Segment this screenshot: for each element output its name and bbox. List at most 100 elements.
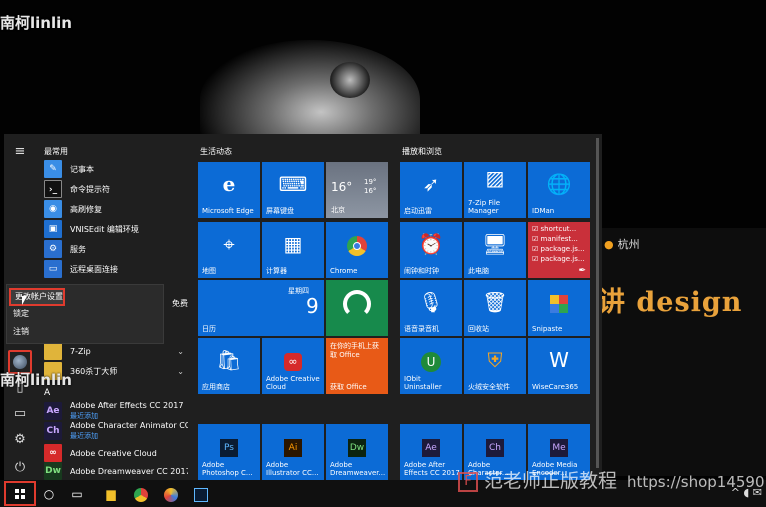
shortcut-item: ☑ package.js...: [532, 255, 585, 263]
weather-temp: 16°: [331, 180, 353, 194]
command-prompt-icon: ›_: [44, 180, 62, 198]
app-vnisedit[interactable]: ▣ VNISEdit 编辑环境: [44, 218, 188, 240]
tile-photoshop[interactable]: Ps Adobe Photoshop C...: [198, 424, 260, 480]
tile-illustrator[interactable]: Ai Adobe Illustrator CC...: [262, 424, 324, 480]
monitor-icon: 🖥: [482, 232, 508, 256]
green-app-icon: [326, 290, 388, 318]
tile-weather[interactable]: 16° 19° 16° 北京: [326, 162, 388, 218]
weather-city: 北京: [331, 206, 345, 214]
shortcut-item: ☑ manifest...: [532, 235, 578, 243]
map-icon: ⌖: [223, 232, 235, 256]
after-effects-icon: Ae: [44, 402, 62, 420]
tile-dreamweaver[interactable]: Dw Adobe Dreamweaver...: [326, 424, 388, 480]
tile-thunder[interactable]: ➶ 启动迅雷: [400, 162, 462, 218]
after-effects-icon: Ae: [400, 434, 462, 458]
app-notepad[interactable]: ✎ 记事本: [44, 158, 188, 180]
photoshop-icon: Ps: [198, 434, 260, 458]
app-dreamweaver[interactable]: Dw Adobe Dreamweaver CC 2017: [44, 460, 188, 480]
tile-green-app[interactable]: [326, 280, 388, 336]
dreamweaver-icon: Dw: [326, 434, 388, 458]
watermark-top-left: 南柯linlin: [0, 14, 72, 32]
chrome-taskbar-icon[interactable]: [130, 484, 152, 504]
app-command-prompt[interactable]: ›_ 命令提示符: [44, 178, 188, 200]
shortcut-item: ☑ shortcut...: [532, 225, 577, 233]
idman-globe-icon: 🌐: [546, 172, 572, 196]
tile-shortcuts[interactable]: ☑ shortcut... ☑ manifest... ☑ package.js…: [528, 222, 590, 278]
background-design-text: 讲 design: [598, 287, 743, 318]
illustrator-icon: Ai: [262, 434, 324, 458]
vnisedit-icon: ▣: [44, 220, 62, 238]
avatar: [13, 355, 27, 369]
watermark-mid-left: 南柯linlin: [0, 371, 72, 389]
tile-alarms[interactable]: ⏰ 闹钟和时钟: [400, 222, 462, 278]
tile-this-pc[interactable]: 🖥 此电脑: [464, 222, 526, 278]
office-promo-text: 在你的手机上获取 Office: [330, 342, 379, 359]
wisecare-icon: W: [549, 348, 569, 372]
paint-icon[interactable]: [160, 484, 182, 504]
tiles-area: 生活动态 播放和浏览 e Microsoft Edge ⌨ 屏幕键盘 16° 1…: [196, 134, 602, 480]
7zip-icon: ▨: [485, 166, 505, 190]
tile-recycle-bin[interactable]: 🗑 回收站: [464, 280, 526, 336]
app-services[interactable]: ⚙ 服务: [44, 238, 188, 260]
background-window: ● 杭州 讲 design: [596, 228, 766, 476]
iobit-uninstaller-icon: U: [400, 348, 462, 372]
repair-icon: ◉: [44, 200, 62, 218]
app-repair[interactable]: ◉ 高刷修复: [44, 198, 188, 220]
start-button[interactable]: [4, 481, 36, 506]
tile-snipaste[interactable]: Snipaste: [528, 280, 590, 336]
tile-maps[interactable]: ⌖ 地图: [198, 222, 260, 278]
notepad-icon: ✎: [44, 160, 62, 178]
tile-get-office[interactable]: 在你的手机上获取 Office 获取 Office: [326, 338, 388, 394]
file-explorer-icon[interactable]: ▆: [100, 484, 122, 504]
character-animator-icon: Ch: [464, 434, 526, 458]
tile-7zip[interactable]: ▨ 7-Zip File Manager: [464, 162, 526, 218]
calendar-day: 9: [306, 294, 319, 318]
tile-voice-recorder[interactable]: 🎙 语音录音机: [400, 280, 462, 336]
group-title-play: 播放和浏览: [402, 147, 442, 156]
app-remote-desktop[interactable]: ▭ 远程桌面连接: [44, 258, 188, 280]
tile-creative-cloud[interactable]: ∞ Adobe Creative Cloud: [262, 338, 324, 394]
shield-icon: ⛨: [487, 348, 503, 372]
power-icon[interactable]: ⏻: [10, 460, 30, 478]
tile-iobit[interactable]: U IObit Uninstaller: [400, 338, 462, 394]
account-context-menu: 更改帐户设置 锁定 注销: [6, 284, 164, 344]
keyboard-icon: ⌨: [278, 172, 308, 196]
app-after-effects[interactable]: Ae Adobe After Effects CC 2017 最近添加: [44, 400, 188, 422]
app-character-animator[interactable]: Ch Adobe Character Animator CC (...最近添加: [44, 420, 188, 442]
tile-huorong[interactable]: ⛨ 火绒安全软件: [464, 338, 526, 394]
tile-store[interactable]: 🛍 应用商店: [198, 338, 260, 394]
search-circle-icon[interactable]: ○: [38, 484, 60, 504]
task-view-icon[interactable]: ▭: [66, 484, 88, 504]
menu-item-lock[interactable]: 锁定: [7, 305, 165, 323]
windows-logo-icon: [15, 489, 25, 499]
tile-onscreen-keyboard[interactable]: ⌨ 屏幕键盘: [262, 162, 324, 218]
menu-item-change-account-settings[interactable]: 更改帐户设置: [9, 288, 65, 306]
store-bag-icon: 🛍: [216, 348, 242, 372]
section-most-used: 最常用: [44, 147, 68, 156]
hamburger-menu-icon[interactable]: ≡: [10, 144, 30, 162]
dreamweaver-icon: Dw: [44, 462, 62, 480]
thunder-bird-icon: ➶: [422, 172, 440, 196]
tile-wisecare[interactable]: W WiseCare365: [528, 338, 590, 394]
tile-calculator[interactable]: ▦ 计算器: [262, 222, 324, 278]
chevron-down-icon: ⌄: [177, 366, 184, 376]
tile-after-effects[interactable]: Ae Adobe After Effects CC 2017: [400, 424, 462, 480]
tiles-scrollbar[interactable]: [596, 138, 599, 468]
tile-chrome[interactable]: Chrome: [326, 222, 388, 278]
tile-idman[interactable]: 🌐 IDMan: [528, 162, 590, 218]
calculator-icon: ▦: [283, 232, 303, 256]
chevron-down-icon: ⌄: [177, 346, 184, 356]
pictures-icon[interactable]: ▭: [10, 406, 30, 424]
chrome-icon: [326, 232, 388, 256]
mouse-cursor-icon: [22, 296, 31, 305]
menu-item-sign-out[interactable]: 注销: [7, 323, 165, 341]
settings-gear-icon[interactable]: ⚙: [10, 432, 30, 450]
folder-icon: [44, 342, 62, 360]
weather-high: 19°: [364, 178, 377, 186]
microphone-icon: 🎙: [418, 290, 444, 314]
watermark-bottom-right: F 范老师正版教程 https://shop14590: [458, 466, 765, 493]
recycle-bin-icon: 🗑: [482, 290, 508, 314]
tile-calendar[interactable]: 星期四 9 日历: [198, 280, 324, 336]
photoshop-taskbar-icon[interactable]: [190, 484, 212, 504]
tile-edge[interactable]: e Microsoft Edge: [198, 162, 260, 218]
